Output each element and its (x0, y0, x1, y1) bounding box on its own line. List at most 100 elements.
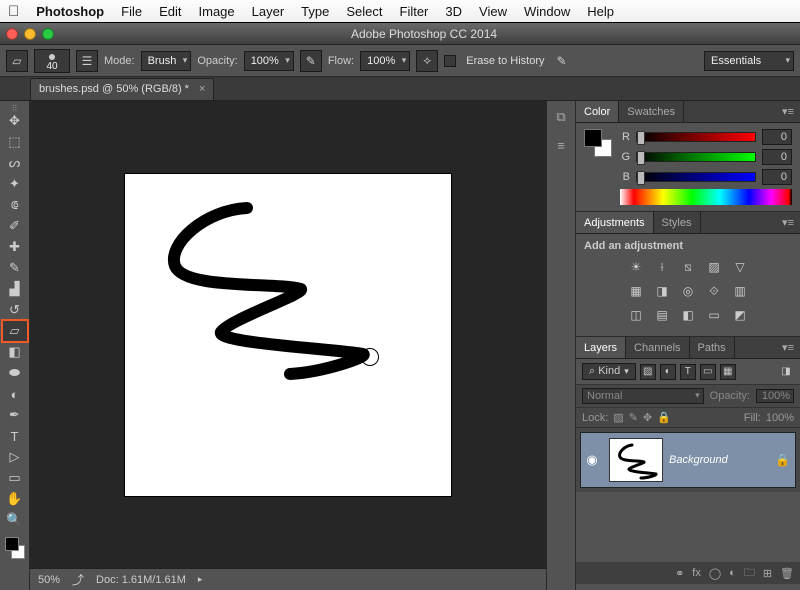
document-tab[interactable]: brushes.psd @ 50% (RGB/8) * × (30, 78, 214, 100)
brush-settings-button[interactable]: ☰ (76, 50, 98, 72)
new-fill-icon[interactable]: ◐ (729, 567, 736, 579)
panel-color-swatch[interactable] (584, 129, 612, 157)
layer-thumbnail[interactable] (609, 438, 663, 482)
lock-all-icon[interactable]: 🔒 (657, 411, 671, 424)
g-value[interactable]: 0 (762, 149, 792, 165)
filter-type-icon[interactable]: T (680, 364, 696, 380)
layer-lock-icon[interactable]: 🔒 (775, 453, 795, 467)
canvas-stage[interactable] (30, 101, 546, 568)
blur-tool[interactable]: ⬬ (3, 363, 27, 383)
menubar-3d[interactable]: 3D (445, 4, 462, 19)
minimize-window-button[interactable] (24, 28, 36, 40)
blend-mode-select[interactable]: Normal (582, 388, 704, 404)
filter-smart-icon[interactable]: ▦ (720, 364, 736, 380)
marquee-tool[interactable]: ⬚ (3, 132, 27, 152)
erase-history-checkbox[interactable] (444, 55, 456, 67)
adjustments-tab[interactable]: Adjustments (576, 212, 654, 233)
filter-pixel-icon[interactable]: ▨ (640, 364, 656, 380)
new-layer-icon[interactable]: ⊞ (763, 567, 772, 580)
gradient-map-icon[interactable]: ▭ (705, 306, 723, 324)
brush-preset-picker[interactable]: 40 (34, 49, 70, 73)
styles-tab[interactable]: Styles (654, 212, 701, 233)
close-tab-button[interactable]: × (199, 83, 205, 95)
colorlookup-icon[interactable]: ▥ (731, 282, 749, 300)
lock-image-icon[interactable]: ✎ (629, 411, 638, 424)
brightness-icon[interactable]: ☀ (627, 258, 645, 276)
gradient-tool[interactable]: ◧ (3, 342, 27, 362)
hue-icon[interactable]: ▦ (627, 282, 645, 300)
history-panel-icon[interactable]: ⧉ (551, 107, 571, 127)
menubar-image[interactable]: Image (199, 4, 235, 19)
color-tab[interactable]: Color (576, 101, 619, 122)
properties-panel-icon[interactable]: ≡ (551, 135, 571, 155)
layers-tab[interactable]: Layers (576, 337, 626, 358)
layer-fill-value[interactable]: 100% (766, 412, 794, 424)
healing-tool[interactable]: ✚ (3, 237, 27, 257)
menubar-window[interactable]: Window (524, 4, 570, 19)
lock-position-icon[interactable]: ✥ (643, 411, 652, 424)
stamp-tool[interactable]: ▟ (3, 279, 27, 299)
levels-icon[interactable]: ⟊ (653, 258, 671, 276)
move-tool[interactable]: ✥ (3, 111, 27, 131)
posterize-icon[interactable]: ▤ (653, 306, 671, 324)
new-group-icon[interactable]: 🗀 (744, 564, 755, 583)
eyedropper-tool[interactable]: ✐ (3, 216, 27, 236)
menubar-select[interactable]: Select (346, 4, 382, 19)
channels-tab[interactable]: Channels (626, 337, 689, 358)
type-tool[interactable]: T (3, 426, 27, 446)
foreground-background-color[interactable] (3, 535, 27, 561)
layer-fx-icon[interactable]: fx (692, 567, 701, 579)
tool-preset-button[interactable]: ▱ (6, 50, 28, 72)
r-slider[interactable] (636, 132, 756, 142)
filter-shape-icon[interactable]: ▭ (700, 364, 716, 380)
path-tool[interactable]: ▷ (3, 447, 27, 467)
shape-tool[interactable]: ▭ (3, 468, 27, 488)
link-layers-icon[interactable]: ⚭ (675, 567, 684, 580)
window-titlebar[interactable]: Adobe Photoshop CC 2014 (0, 23, 800, 45)
menubar-type[interactable]: Type (301, 4, 329, 19)
dodge-tool[interactable]: ◐ (3, 384, 27, 404)
history-brush-tool[interactable]: ↺ (3, 300, 27, 320)
eraser-tool[interactable]: ▱ (3, 321, 27, 341)
b-slider[interactable] (636, 172, 756, 182)
filter-adjust-icon[interactable]: ◐ (660, 364, 676, 380)
menubar-layer[interactable]: Layer (252, 4, 285, 19)
channel-mixer-icon[interactable]: ⟐ (705, 282, 723, 300)
wand-tool[interactable]: ✦ (3, 174, 27, 194)
menubar-filter[interactable]: Filter (400, 4, 429, 19)
invert-icon[interactable]: ◫ (627, 306, 645, 324)
foreground-color-swatch[interactable] (5, 537, 19, 551)
spectrum-ramp[interactable] (620, 189, 792, 205)
pen-tool[interactable]: ✒ (3, 405, 27, 425)
b-value[interactable]: 0 (762, 169, 792, 185)
status-share-icon[interactable]: ⤴ (72, 571, 84, 588)
curves-icon[interactable]: ⧅ (679, 258, 697, 276)
menubar-edit[interactable]: Edit (159, 4, 181, 19)
vibrance-icon[interactable]: ▽ (731, 258, 749, 276)
tablet-pressure-icon[interactable]: ✎ (551, 50, 573, 72)
menubar-file[interactable]: File (121, 4, 142, 19)
lasso-tool[interactable]: ᔕ (3, 153, 27, 173)
close-window-button[interactable] (6, 28, 18, 40)
layer-visibility-icon[interactable]: ◉ (581, 452, 603, 468)
menubar-view[interactable]: View (479, 4, 507, 19)
status-zoom[interactable]: 50% (38, 574, 60, 586)
layer-filter-kind[interactable]: ⌕ Kind (582, 363, 636, 380)
zoom-window-button[interactable] (42, 28, 54, 40)
layer-name[interactable]: Background (669, 454, 775, 466)
adjustments-panel-menu[interactable]: ▾≡ (776, 212, 800, 233)
photo-filter-icon[interactable]: ◎ (679, 282, 697, 300)
mode-select[interactable]: Brush (141, 51, 192, 71)
status-chevron-icon[interactable]: ▸ (198, 574, 203, 585)
brush-tool[interactable]: ✎ (3, 258, 27, 278)
paths-tab[interactable]: Paths (690, 337, 735, 358)
menubar-help[interactable]: Help (587, 4, 614, 19)
selective-color-icon[interactable]: ◩ (731, 306, 749, 324)
layers-panel-menu[interactable]: ▾≡ (776, 337, 800, 358)
zoom-tool[interactable]: 🔍 (3, 510, 27, 530)
color-panel-menu[interactable]: ▾≡ (776, 101, 800, 122)
opacity-select[interactable]: 100% (244, 51, 294, 71)
lock-transparent-icon[interactable]: ▨ (613, 411, 623, 424)
document-canvas[interactable] (125, 174, 451, 496)
opacity-pressure-button[interactable]: ✎ (300, 50, 322, 72)
